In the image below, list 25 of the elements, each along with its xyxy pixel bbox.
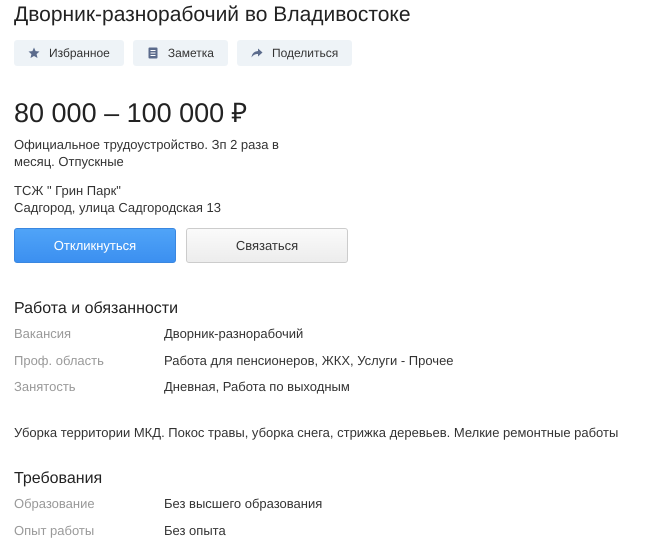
share-icon [250,47,263,59]
action-button[interactable]: Избранное [14,40,124,66]
note-icon [146,47,159,59]
field-label: Вакансия [14,325,72,342]
page-title: Дворник-разнорабочий во Владивостоке [14,2,412,28]
field-value: Дневная, Работа по выходным [164,378,350,395]
field-label: Опыт работы [14,522,96,538]
salary: 80 000 – 100 000 ₽ [14,97,249,130]
field-label: Проф. область [14,352,105,368]
field-value: Без опыта [164,522,226,538]
field-value: Дворник-разнорабочий [164,325,304,342]
contact-button[interactable]: Связаться [186,228,348,263]
description: Уборка территории МКД. Покос травы, уборка снега, стрижка деревьев. Мелкие ремонтные работы [14,424,620,441]
salary-note: Официальное трудоустройство. Зп 2 раза в месяц. Отпускные [14,136,280,170]
section-heading: Требования [14,469,104,489]
field-value: Без высшего образования [164,495,322,512]
field-value: Работа для пенсионеров, ЖКХ, Услуги - Прочее [164,352,454,368]
field-label: Образование [14,495,96,512]
company-address: Садгород, улица Садгородская 13 [14,199,222,216]
action-button[interactable]: Поделиться [236,40,352,66]
section-heading: Работа и обязанности [14,299,180,319]
star-icon [28,47,40,59]
company-name: ТСЖ " Грин Парк" [14,182,122,199]
field-label: Занятость [14,378,77,395]
action-button[interactable]: Заметка [132,40,228,66]
